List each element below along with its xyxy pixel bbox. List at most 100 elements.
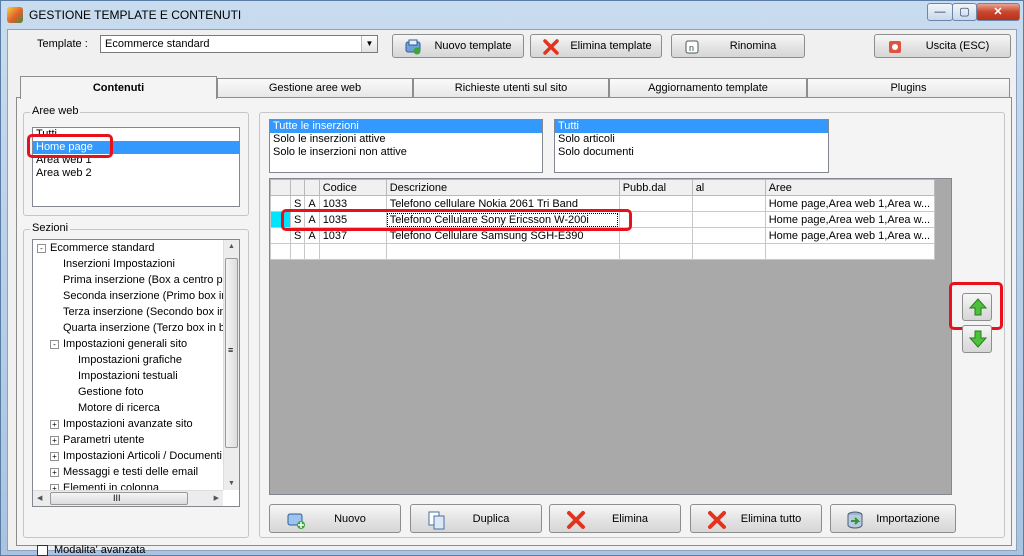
cell-al[interactable] bbox=[691, 211, 766, 228]
scroll-right-icon[interactable]: ▶ bbox=[214, 494, 219, 502]
col-header-al[interactable]: al bbox=[691, 179, 766, 196]
tree-node[interactable]: Terza inserzione (Secondo box in bbox=[63, 304, 226, 320]
duplicate-button[interactable]: Duplica bbox=[410, 504, 542, 533]
tree-node[interactable]: Prima inserzione (Box a centro pa bbox=[63, 272, 229, 288]
sezioni-label: Sezioni bbox=[30, 222, 71, 234]
horizontal-scrollbar[interactable]: ◀ III ▶ bbox=[33, 490, 223, 506]
delete-button[interactable]: Elimina bbox=[549, 504, 681, 533]
cell-al[interactable] bbox=[691, 227, 766, 244]
tree-node[interactable]: - Ecommerce standard bbox=[37, 240, 155, 256]
tree-node[interactable]: + Messaggi e testi delle email bbox=[50, 464, 198, 480]
list-item[interactable]: Solo articoli bbox=[555, 133, 828, 146]
tree-node[interactable]: Quarta inserzione (Terzo box in b bbox=[63, 320, 225, 336]
scroll-up-icon[interactable]: ▲ bbox=[228, 243, 235, 250]
import-label: Importazione bbox=[876, 513, 940, 525]
status-filter-list[interactable]: Tutte le inserzioni Solo le inserzioni a… bbox=[269, 119, 543, 173]
maximize-button[interactable]: ▢ bbox=[952, 3, 977, 21]
type-filter-list[interactable]: Tutti Solo articoli Solo documenti bbox=[554, 119, 829, 173]
list-item-selected[interactable]: Tutti bbox=[555, 120, 828, 133]
aree-web-label: Aree web bbox=[30, 105, 81, 117]
list-item[interactable]: Solo le inserzioni attive bbox=[270, 133, 542, 146]
tree-node[interactable]: Gestione foto bbox=[78, 384, 143, 400]
col-header-descrizione[interactable]: Descrizione bbox=[385, 179, 620, 196]
list-item-selected[interactable]: Tutte le inserzioni bbox=[270, 120, 542, 133]
tree-node[interactable]: Motore di ricerca bbox=[78, 400, 160, 416]
delete-all-label: Elimina tutto bbox=[740, 513, 802, 525]
list-item[interactable]: Solo le inserzioni non attive bbox=[270, 146, 542, 159]
new-label: Nuovo bbox=[334, 513, 366, 525]
contenuti-panel: Aree web Tutti Home page Area web 1 Area… bbox=[16, 97, 1012, 556]
minimize-button[interactable]: — bbox=[927, 3, 953, 21]
rename-button[interactable]: n Rinomina bbox=[671, 34, 805, 58]
tree-node[interactable]: Inserzioni Impostazioni bbox=[63, 256, 175, 272]
chevron-down-icon[interactable]: ▼ bbox=[361, 36, 377, 52]
tab-contenuti[interactable]: Contenuti bbox=[20, 76, 217, 99]
import-button[interactable]: Importazione bbox=[830, 504, 956, 533]
cell-pubb-dal[interactable] bbox=[618, 195, 693, 212]
title-bar: GESTIONE TEMPLATE E CONTENUTI — ▢ ✕ bbox=[1, 1, 1023, 29]
col-header[interactable] bbox=[304, 179, 320, 196]
collapse-icon[interactable]: - bbox=[37, 243, 46, 253]
tab-plugins[interactable]: Plugins bbox=[807, 78, 1010, 98]
close-button[interactable]: ✕ bbox=[976, 3, 1020, 21]
new-template-label: Nuovo template bbox=[434, 40, 512, 52]
inserzioni-group: Tutte le inserzioni Solo le inserzioni a… bbox=[259, 112, 1005, 538]
col-header-pubb-dal[interactable]: Pubb.dal bbox=[618, 179, 693, 196]
rename-label: Rinomina bbox=[729, 40, 777, 52]
tree-node[interactable]: + Parametri utente bbox=[50, 432, 144, 448]
expand-icon[interactable]: + bbox=[50, 419, 59, 429]
delete-template-button[interactable]: Elimina template bbox=[530, 34, 662, 58]
advanced-mode-label: Modalita' avanzata bbox=[54, 544, 146, 556]
new-template-button[interactable]: Nuovo template bbox=[392, 34, 524, 58]
delete-label: Elimina bbox=[611, 513, 649, 525]
collapse-icon[interactable]: - bbox=[50, 339, 59, 349]
template-label: Template : bbox=[37, 38, 88, 50]
table-row-empty[interactable] bbox=[270, 243, 935, 260]
list-item[interactable]: Solo documenti bbox=[555, 146, 828, 159]
checkbox-box[interactable] bbox=[37, 544, 48, 556]
highlight-current-row bbox=[281, 209, 632, 231]
cell-aree[interactable]: Home page,Area web 1,Area w... bbox=[764, 195, 935, 212]
cell-aree[interactable]: Home page,Area web 1,Area w... bbox=[764, 227, 935, 244]
tab-strip: Contenuti Gestione aree web Richieste ut… bbox=[16, 76, 1012, 99]
tree-node[interactable]: Seconda inserzione (Primo box in bbox=[63, 288, 227, 304]
sezioni-tree[interactable]: - Ecommerce standard Inserzioni Impostazi… bbox=[32, 239, 240, 507]
arrow-up-icon bbox=[968, 298, 988, 316]
tree-node[interactable]: - Impostazioni generali sito bbox=[50, 336, 187, 352]
col-header-aree[interactable]: Aree bbox=[764, 179, 935, 196]
tree-node[interactable]: Impostazioni grafiche bbox=[78, 352, 182, 368]
vertical-scrollbar[interactable]: ▲ ≡ ▼ bbox=[223, 240, 239, 490]
scroll-left-icon[interactable]: ◀ bbox=[37, 494, 42, 502]
expand-icon[interactable]: + bbox=[50, 435, 59, 445]
col-header-codice[interactable]: Codice bbox=[318, 179, 387, 196]
template-select-value: Ecommerce standard bbox=[105, 38, 210, 50]
tree-node[interactable]: + Impostazioni avanzate sito bbox=[50, 416, 193, 432]
move-down-button[interactable] bbox=[962, 325, 992, 353]
client-area: Template : Ecommerce standard ▼ Nuovo te… bbox=[7, 29, 1017, 556]
cell-aree[interactable]: Home page,Area web 1,Area w... bbox=[764, 211, 935, 228]
exit-button[interactable]: Uscita (ESC) bbox=[874, 34, 1011, 58]
list-item[interactable]: Area web 2 bbox=[33, 167, 239, 180]
expand-icon[interactable]: + bbox=[50, 467, 59, 477]
advanced-mode-checkbox[interactable]: Modalita' avanzata bbox=[37, 544, 145, 556]
scroll-down-icon[interactable]: ▼ bbox=[228, 480, 235, 487]
cell-al[interactable] bbox=[691, 195, 766, 212]
move-up-button[interactable] bbox=[962, 293, 992, 321]
tree-node[interactable]: + Impostazioni Articoli / Documenti bbox=[50, 448, 222, 464]
tab-aggiornamento-template[interactable]: Aggiornamento template bbox=[609, 78, 807, 98]
arrow-down-icon bbox=[968, 330, 988, 348]
tree-node[interactable]: Impostazioni testuali bbox=[78, 368, 178, 384]
expand-icon[interactable]: + bbox=[50, 451, 59, 461]
tab-gestione-aree-web[interactable]: Gestione aree web bbox=[217, 78, 413, 98]
col-header[interactable] bbox=[270, 179, 291, 196]
tab-richieste-utenti[interactable]: Richieste utenti sul sito bbox=[413, 78, 609, 98]
new-button[interactable]: Nuovo bbox=[269, 504, 401, 533]
sezioni-group: Sezioni - Ecommerce standard Inserzioni I… bbox=[23, 222, 249, 538]
vertical-scroll-thumb[interactable]: ≡ bbox=[225, 258, 238, 448]
duplicate-label: Duplica bbox=[472, 513, 510, 525]
delete-all-button[interactable]: Elimina tutto bbox=[690, 504, 822, 533]
template-select[interactable]: Ecommerce standard ▼ bbox=[100, 35, 378, 53]
highlight-home-page bbox=[27, 134, 113, 158]
horizontal-scroll-thumb[interactable]: III bbox=[50, 492, 188, 505]
col-header[interactable] bbox=[289, 179, 306, 196]
